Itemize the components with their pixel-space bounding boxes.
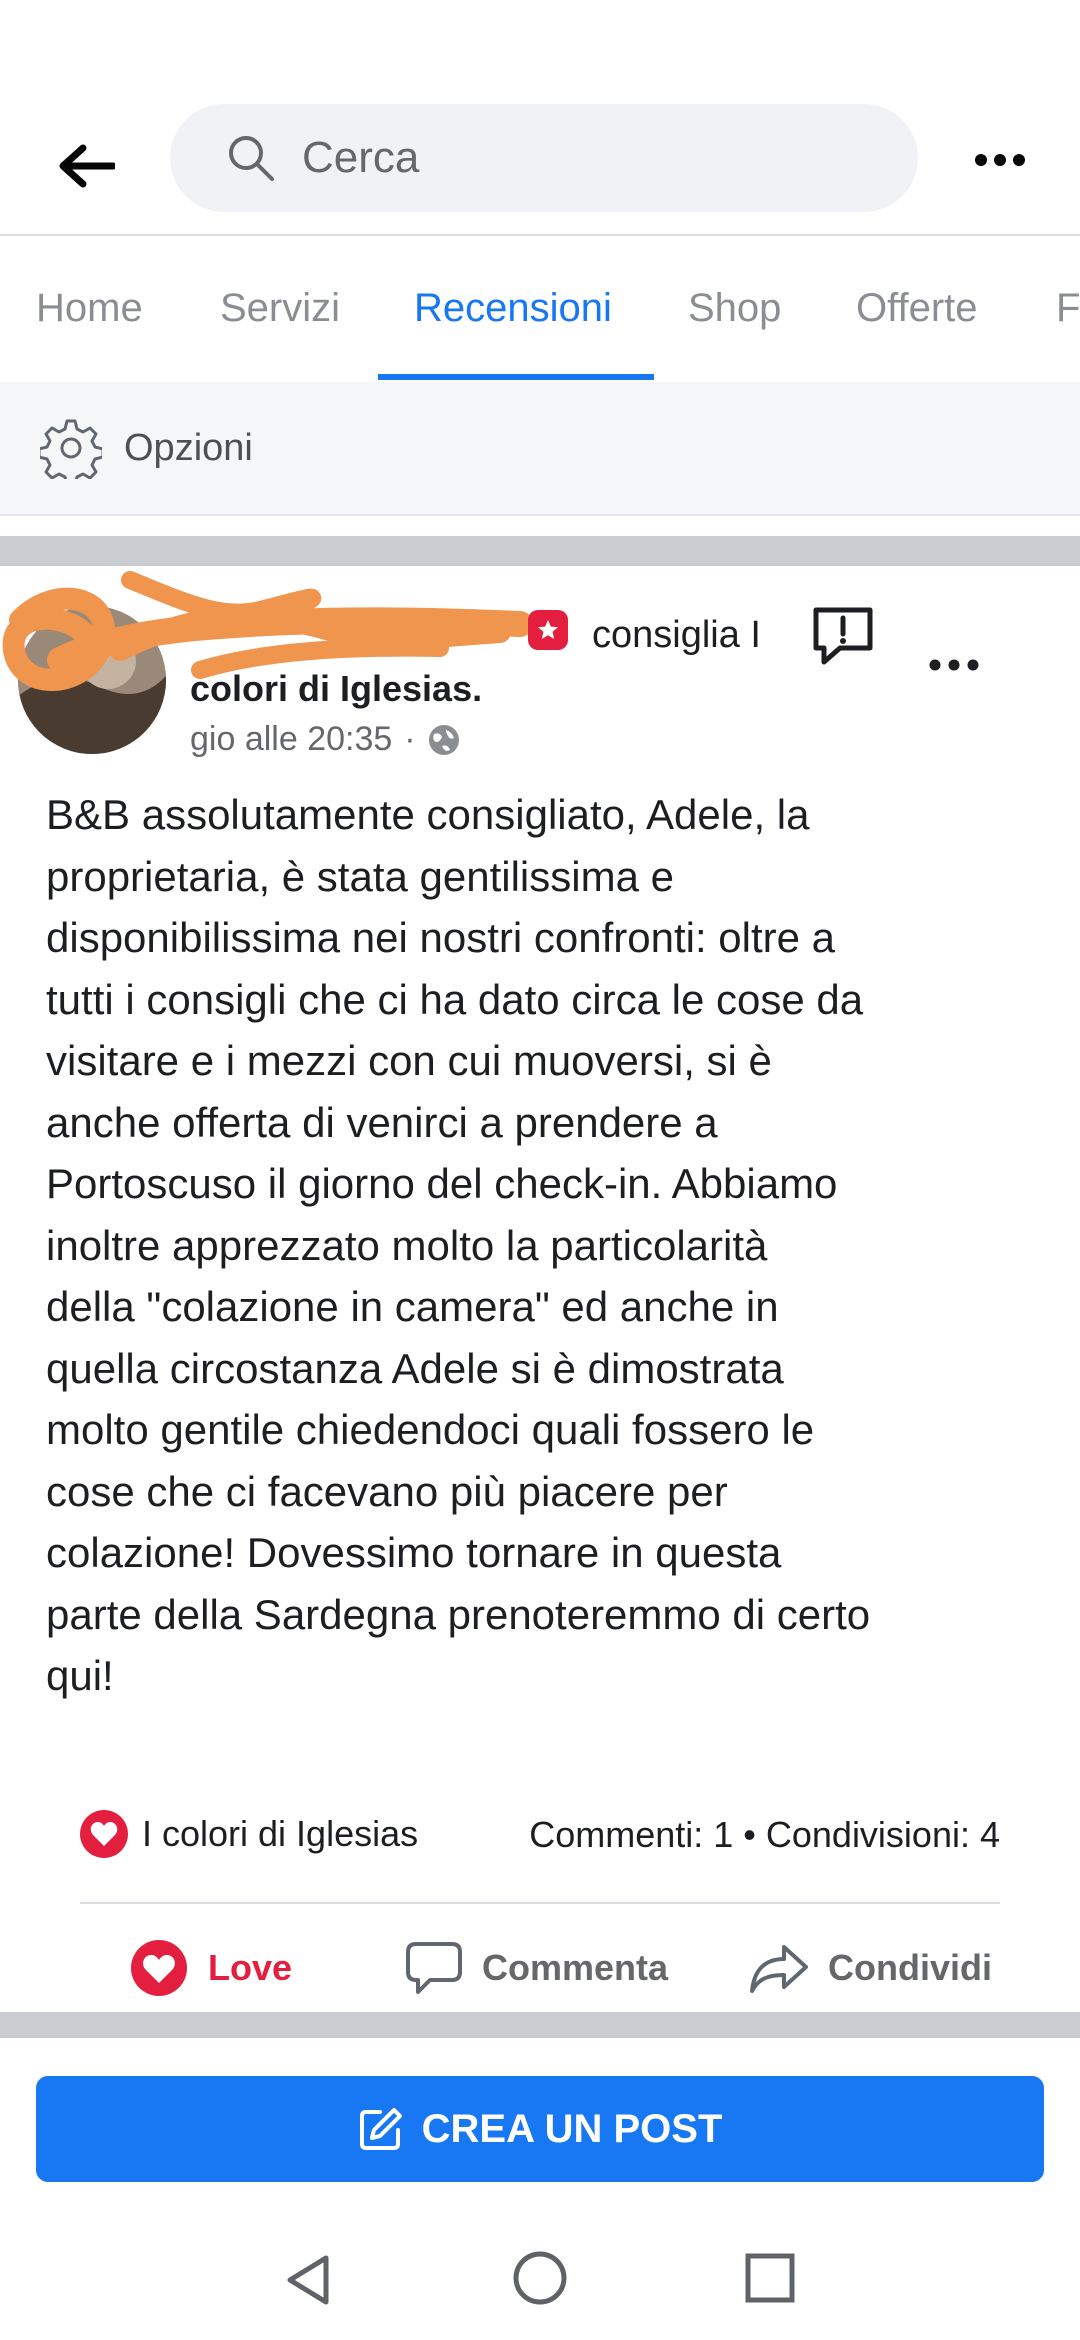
more-options-button[interactable] (960, 130, 1040, 190)
edit-icon (358, 2106, 404, 2152)
post-time: gio alle 20:35 (190, 720, 393, 758)
more-icon (929, 659, 979, 671)
post-action-text: consiglia I (592, 614, 761, 656)
tab-more[interactable]: F (1056, 236, 1080, 380)
recommend-icon (528, 610, 568, 650)
tab-recensioni[interactable]: Recensioni (414, 236, 612, 380)
back-arrow-icon (59, 144, 115, 188)
page-name-link[interactable]: colori di Iglesias. (190, 668, 482, 710)
nav-home-icon[interactable] (512, 2250, 568, 2306)
post-timestamp: gio alle 20:35 · (190, 720, 460, 759)
feed-separator-bottom (0, 2012, 1080, 2038)
create-post-button[interactable]: CREA UN POST (36, 2076, 1044, 2182)
tab-shop[interactable]: Shop (688, 236, 781, 380)
options-divider (0, 514, 1080, 516)
redaction-scribble (2, 571, 533, 691)
nav-back-icon[interactable] (280, 2250, 340, 2310)
create-post-label: CREA UN POST (421, 2106, 723, 2151)
more-icon (975, 154, 1025, 166)
time-separator: · (404, 720, 416, 758)
love-button[interactable]: Love (130, 1940, 292, 1996)
comment-icon (406, 1942, 462, 1994)
back-button[interactable] (48, 128, 124, 204)
comment-button[interactable]: Commenta (404, 1940, 668, 1996)
active-tab-indicator (378, 374, 654, 380)
reactions-summary[interactable]: I colori di Iglesias Commenti: 1 • Condi… (80, 1808, 1000, 1860)
tab-offerte[interactable]: Offerte (856, 236, 978, 380)
page-tabs: Home Servizi Recensioni Shop Offerte F (0, 236, 1080, 380)
report-icon[interactable] (810, 606, 876, 666)
share-label: Condividi (828, 1947, 992, 1988)
share-icon (750, 1945, 808, 1993)
post-text: B&B assolutamente consigliato, Adele, la… (46, 791, 871, 1699)
gear-icon (40, 419, 102, 479)
options-label: Opzioni (124, 426, 253, 469)
search-placeholder: Cerca (302, 133, 420, 182)
tab-home[interactable]: Home (36, 236, 143, 380)
reactions-by: I colori di Iglesias (142, 1813, 419, 1854)
search-icon (229, 136, 274, 181)
comment-label: Commenta (482, 1947, 669, 1988)
search-input[interactable]: Cerca (170, 104, 918, 212)
heart-icon (80, 1810, 128, 1858)
heart-icon (131, 1940, 187, 1996)
globe-icon (428, 724, 459, 755)
actions-divider (80, 1902, 1000, 1904)
love-label: Love (208, 1947, 293, 1988)
options-bar[interactable]: Opzioni (0, 382, 1080, 514)
nav-recent-icon[interactable] (744, 2252, 796, 2304)
post-more-button[interactable] (924, 650, 984, 680)
share-button[interactable]: Condividi (748, 1940, 992, 1996)
comment-share-counts[interactable]: Commenti: 1 • Condivisioni: 4 (529, 1814, 1000, 1856)
tab-servizi[interactable]: Servizi (220, 236, 340, 380)
